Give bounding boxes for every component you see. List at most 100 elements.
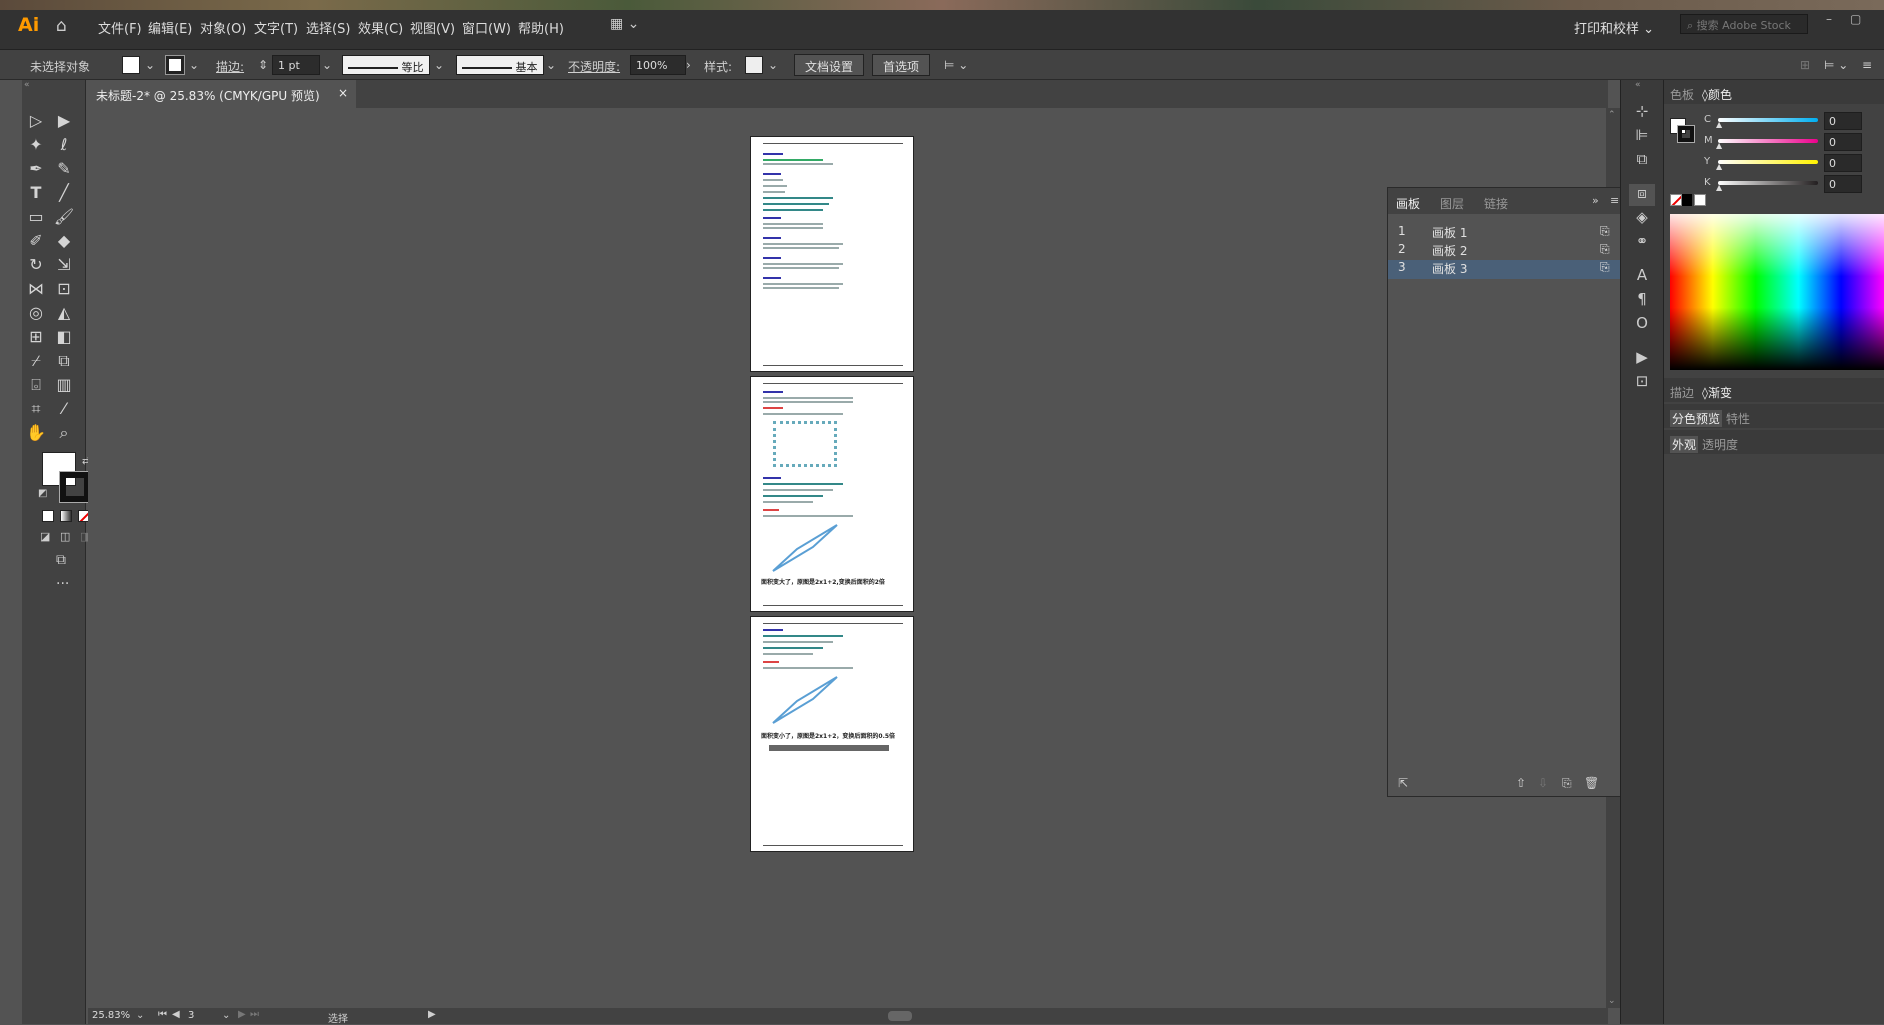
asset-export-icon[interactable]: ⊡ [1629,372,1655,394]
canvas[interactable]: 面积变大了，原图是2x1+2,变换后面积的2倍 面积变小了，原图是2x1+2，变… [88,108,1608,1008]
channel-slider[interactable] [1718,181,1818,185]
opacity-arrow-icon[interactable]: › [686,58,691,72]
eyedropper-tool-icon[interactable]: ⌿ [24,350,48,372]
artboard-options-icon[interactable]: ⎘ [1600,224,1610,239]
brush-dropdown-icon[interactable]: ⌄ [546,58,556,72]
channel-value-field[interactable]: 0 [1824,154,1862,172]
transform-icon[interactable]: ⊹ [1629,102,1655,124]
artboards-icon[interactable]: ⧈ [1629,184,1655,206]
new-artboard-icon[interactable]: ⎘ [1562,776,1572,791]
collapse-toolbar-icon[interactable]: « [24,80,30,90]
artboard-row[interactable]: 2 画板 2 ⎘ [1388,242,1626,261]
artboard-3[interactable]: 面积变小了，原图是2x1+2，变换后面积的0.5倍 [750,616,914,852]
stroke-dropdown-icon[interactable]: ⌄ [189,58,199,72]
character-icon[interactable]: A [1629,266,1655,288]
zoom-level[interactable]: 25.83% [88,1008,134,1024]
horizontal-scroll-thumb[interactable] [888,1011,912,1021]
gradient-tool-icon[interactable]: ◧ [52,326,76,348]
channel-slider[interactable] [1718,139,1818,143]
delete-icon[interactable]: 🗑 [1584,776,1599,790]
tab-appearance[interactable]: 外观 [1670,436,1699,453]
arrange-icon[interactable]: ⊞ [1800,58,1810,72]
channel-slider[interactable] [1718,160,1818,164]
none-swatch[interactable] [1670,194,1682,206]
white-swatch[interactable] [1694,194,1706,206]
draw-behind-icon[interactable]: ◫ [60,530,70,543]
tab-gradient[interactable]: ◊渐变 [1702,384,1732,401]
channel-value-field[interactable]: 0 [1824,175,1862,193]
menu-item[interactable]: 帮助(H) [518,18,564,37]
stroke-label[interactable]: 描边: [216,58,244,75]
channel-value-field[interactable]: 0 [1824,133,1862,151]
home-icon[interactable]: ⌂ [56,16,67,36]
artboard-dropdown-icon[interactable]: ⌄ [222,1010,230,1021]
artboard-row[interactable]: 1 画板 1 ⎘ [1388,224,1626,243]
width-tool-icon[interactable]: ⋈ [24,278,48,300]
graphic-style-swatch[interactable] [745,56,763,74]
menu-icon[interactable]: ≡ [1862,58,1872,72]
opacity-field[interactable]: 100% [630,55,686,75]
paragraph-icon[interactable]: ¶ [1629,290,1655,312]
channel-value-field[interactable]: 0 [1824,112,1862,130]
free-transform-tool-icon[interactable]: ⊡ [52,278,76,300]
tab-color[interactable]: ◊颜色 [1702,86,1732,103]
tab-swatches[interactable]: 色板 [1670,86,1694,103]
fill-swatch[interactable] [122,56,140,74]
tab-attributes[interactable]: 特性 [1726,410,1750,427]
menu-item[interactable]: 文件(F) [98,18,142,37]
close-tab-icon[interactable]: × [338,86,348,100]
perspective-grid-tool-icon[interactable]: ◭ [52,302,76,324]
menu-item[interactable]: 文字(T) [254,18,298,37]
scale-tool-icon[interactable]: ⇲ [52,254,76,276]
style-dropdown-icon[interactable]: ⌄ [768,58,778,72]
slice-tool-icon[interactable]: ⁄ [52,398,76,420]
scroll-down-icon[interactable]: ⌄ [1608,996,1616,1006]
artboard-row-selected[interactable]: 3 画板 3 ⎘ [1388,260,1626,279]
slider-thumb-icon[interactable]: ▲ [1716,162,1722,171]
expand-panels-icon[interactable]: « [1635,80,1641,90]
curvature-tool-icon[interactable]: ✎ [52,158,76,180]
first-artboard-icon[interactable]: ⏮ [158,1009,167,1020]
links-icon[interactable]: ⚭ [1629,232,1655,254]
panel-menu-icon[interactable]: ≡ [1610,194,1619,207]
collapse-panel-icon[interactable]: » [1592,194,1599,207]
tab-artboards[interactable]: 画板 [1396,195,1420,212]
direct-selection-tool-icon[interactable]: ▶ [52,110,76,132]
arrange-documents-icon[interactable]: ▦ ⌄ [610,16,639,32]
pen-tool-icon[interactable]: ✒ [24,158,48,180]
menu-item[interactable]: 编辑(E) [148,18,192,37]
black-swatch[interactable] [1682,194,1692,206]
selection-tool-icon[interactable]: ▷ [24,110,48,132]
slider-thumb-icon[interactable]: ▲ [1716,141,1722,150]
rotate-tool-icon[interactable]: ↻ [24,254,48,276]
tab-separations-preview[interactable]: 分色预览 [1670,410,1723,427]
tab-stroke[interactable]: 描边 [1670,384,1694,401]
menu-item[interactable]: 窗口(W) [462,18,511,37]
panel-options-icon[interactable]: ⊨ ⌄ [1824,58,1848,72]
document-setup-button[interactable]: 文档设置 [794,54,865,76]
menu-item[interactable]: 选择(S) [306,18,350,37]
minimize-icon[interactable]: – [1826,12,1832,26]
prev-artboard-icon[interactable]: ◀ [172,1009,180,1020]
mesh-tool-icon[interactable]: ⊞ [24,326,48,348]
slider-thumb-icon[interactable]: ▲ [1716,183,1722,192]
preferences-button[interactable]: 首选项 [872,54,931,76]
stroke-swatch[interactable] [165,55,185,75]
artboard-options-icon[interactable]: ⎘ [1600,242,1610,257]
edit-toolbar-icon[interactable]: ··· [56,576,69,592]
artboard-number-field[interactable]: 3 [184,1008,220,1024]
profile-dropdown-icon[interactable]: ⌄ [434,58,444,72]
eraser-tool-icon[interactable]: ◆ [52,230,76,252]
stroke-color-box[interactable] [59,471,91,503]
color-spectrum[interactable] [1670,214,1884,370]
column-graph-tool-icon[interactable]: ▥ [52,374,76,396]
opentype-icon[interactable]: O [1629,314,1655,336]
last-artboard-icon[interactable]: ⏭ [250,1009,259,1020]
channel-slider[interactable] [1718,118,1818,122]
status-arrow-icon[interactable]: ▶ [428,1009,436,1020]
fill-dropdown-icon[interactable]: ⌄ [145,58,155,72]
blend-tool-icon[interactable]: ⧉ [52,350,76,372]
pathfinder-icon[interactable]: ⧉ [1629,150,1655,172]
actions-icon[interactable]: ▶ [1629,348,1655,370]
artboard-options-icon[interactable]: ⎘ [1600,260,1610,275]
